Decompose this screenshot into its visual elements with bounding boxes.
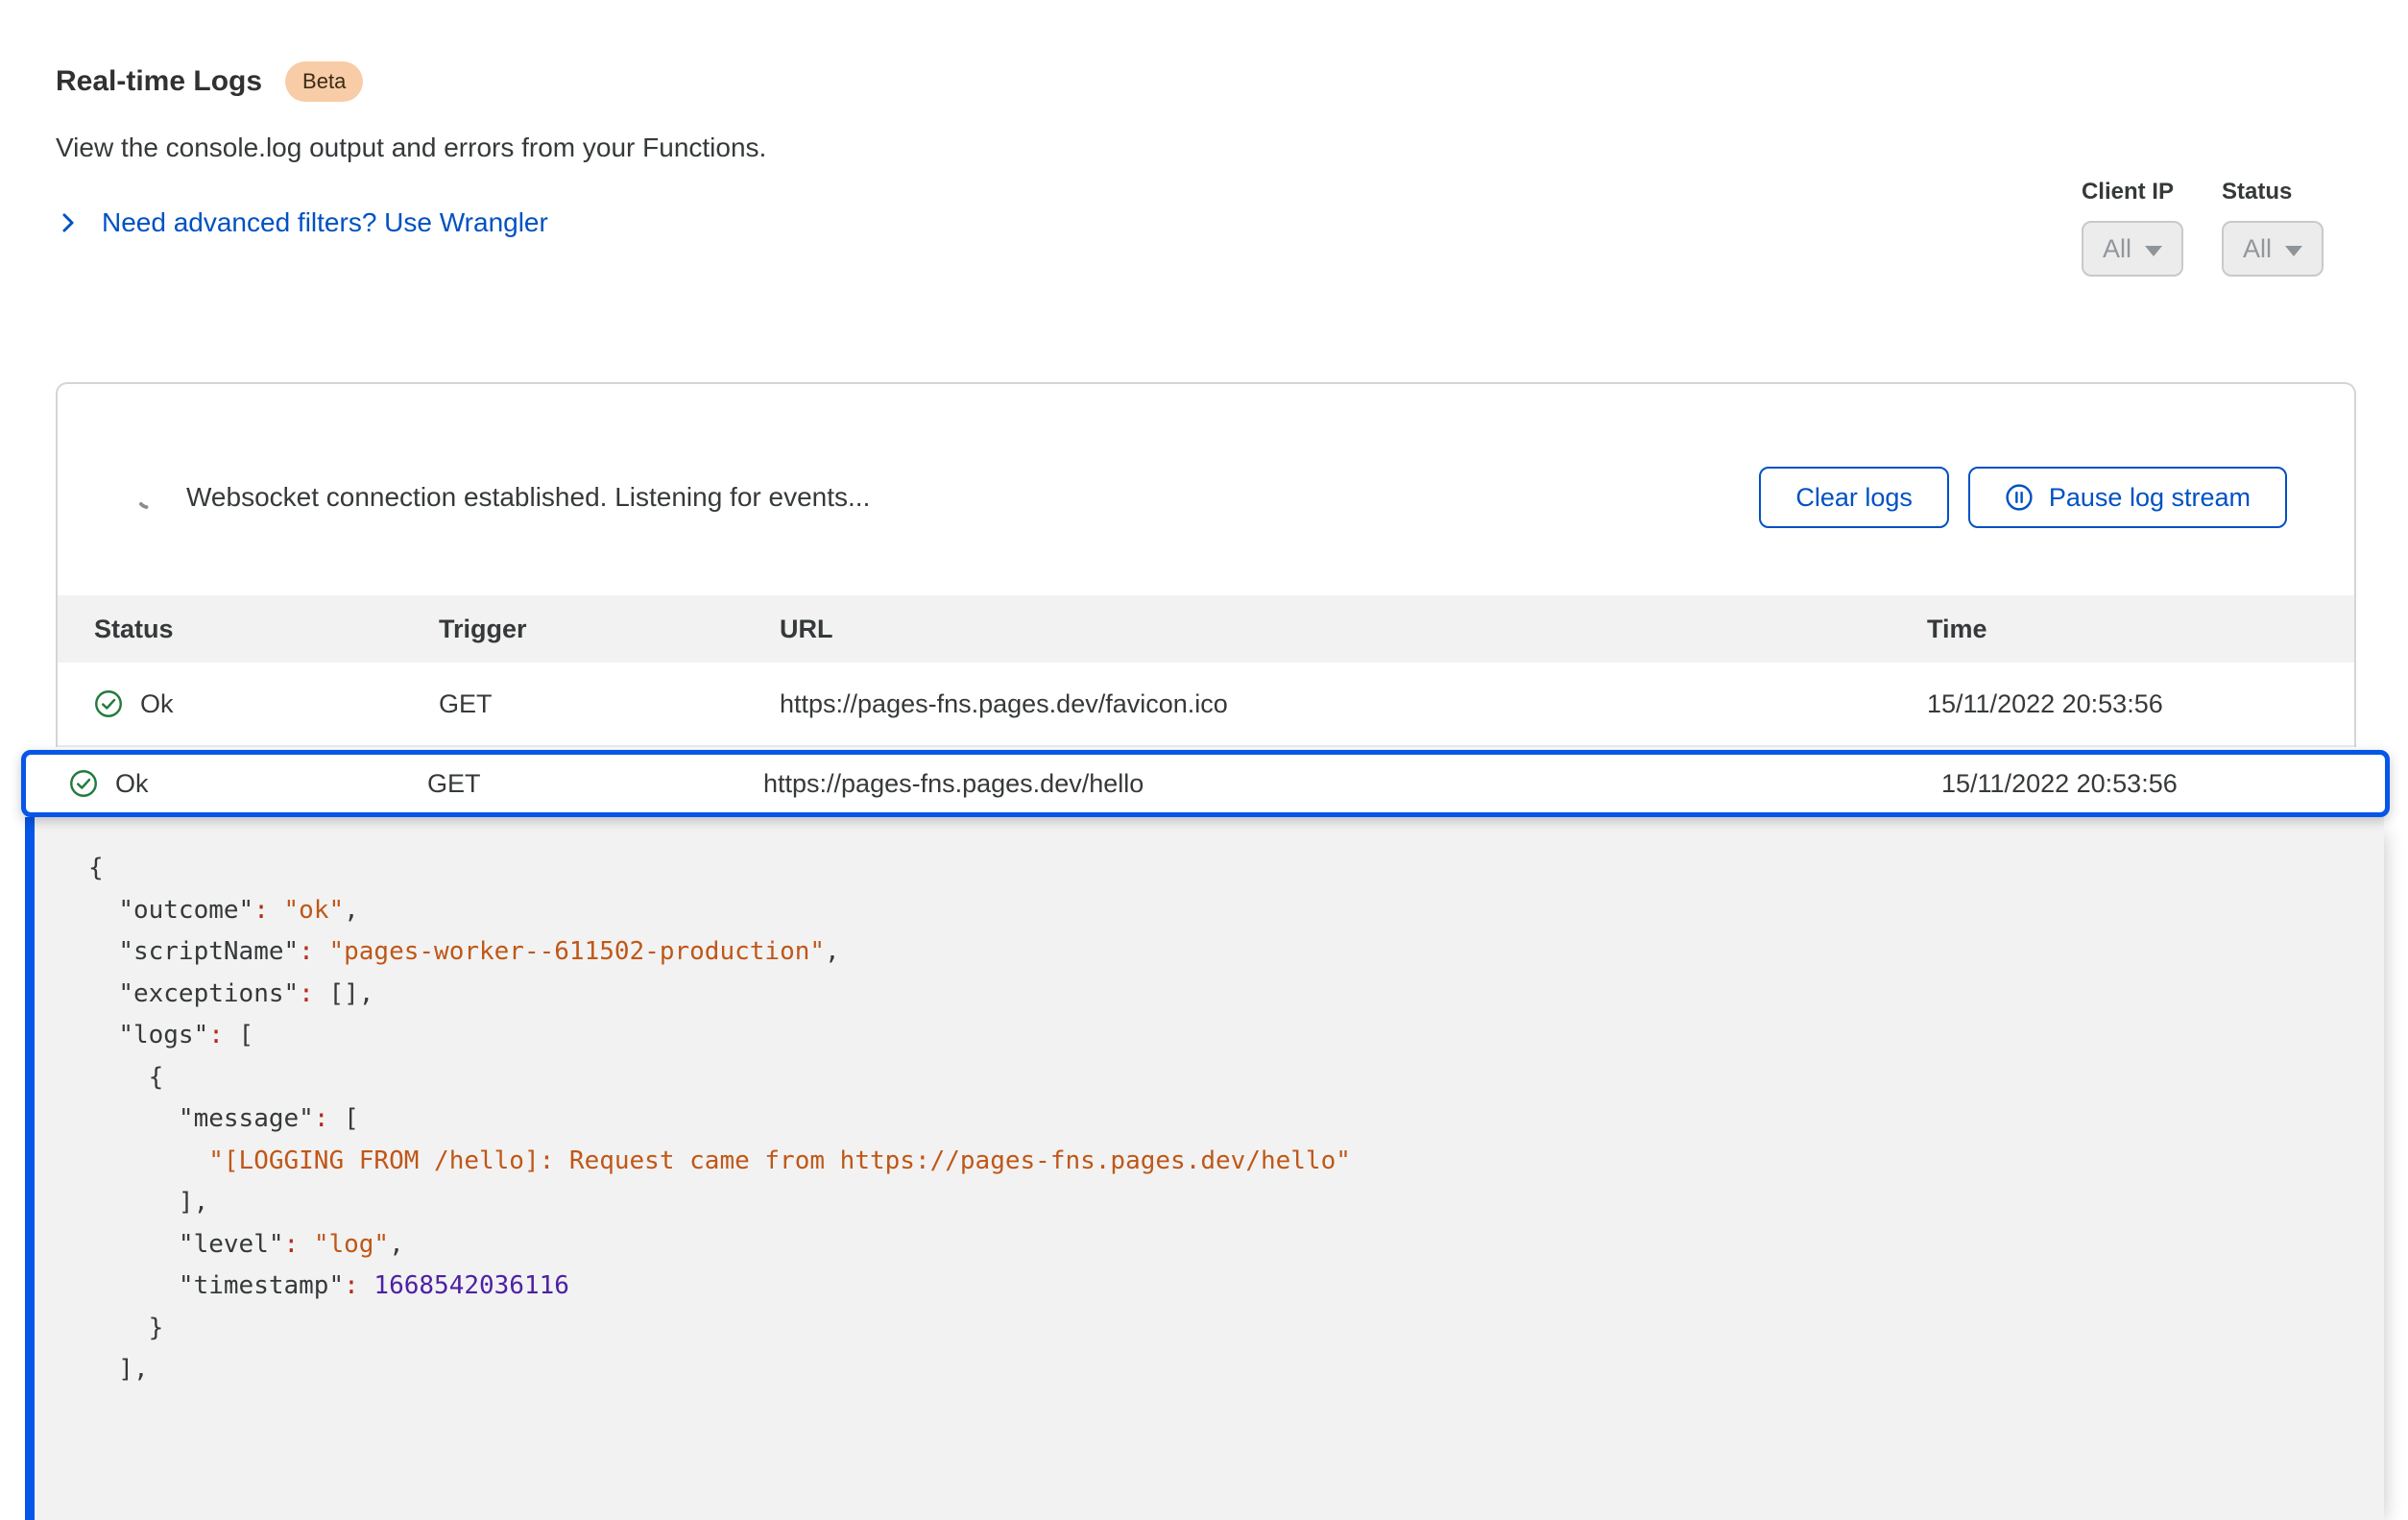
column-header-url: URL (780, 615, 1927, 644)
column-header-trigger: Trigger (439, 615, 780, 644)
client-ip-filter-label: Client IP (2082, 179, 2183, 205)
clear-logs-label: Clear logs (1795, 483, 1913, 513)
realtime-logs-page: Real-time Logs Beta View the console.log… (0, 0, 2408, 1377)
log-json-line: "logs": [ (88, 1015, 2346, 1057)
log-json-line: "level": "log", (88, 1224, 2346, 1267)
expanded-log-row[interactable]: Ok GET https://pages-fns.pages.dev/hello… (21, 750, 2390, 817)
filters: Client IP All Status All (2082, 179, 2324, 277)
clear-logs-button[interactable]: Clear logs (1759, 467, 1949, 528)
websocket-status: Websocket connection established. Listen… (134, 482, 870, 513)
client-ip-filter-dropdown[interactable]: All (2082, 221, 2183, 277)
client-ip-filter-value: All (2103, 234, 2131, 264)
trigger-cell: GET (439, 689, 780, 719)
log-json-line: "[LOGGING FROM /hello]: Request came fro… (88, 1141, 2346, 1183)
status-filter-label: Status (2222, 179, 2324, 205)
table-row[interactable]: Ok GET https://pages-fns.pages.dev/favic… (58, 663, 2354, 747)
time-cell: 15/11/2022 20:53:56 (1941, 769, 2385, 799)
check-circle-icon (94, 689, 123, 718)
url-cell: https://pages-fns.pages.dev/favicon.ico (780, 689, 1927, 719)
chevron-right-icon (56, 210, 81, 235)
column-header-status: Status (94, 615, 439, 644)
log-json-line: } (88, 1308, 2346, 1350)
log-json-line: "outcome": "ok", (88, 890, 2346, 932)
expanded-log-entry: Ok GET https://pages-fns.pages.dev/hello… (21, 750, 2390, 1520)
dropdown-caret-icon (2285, 246, 2302, 256)
page-subtitle: View the console.log output and errors f… (56, 133, 2352, 163)
status-cell: Ok (69, 769, 427, 799)
dropdown-caret-icon (2145, 246, 2162, 256)
filter-client-ip: Client IP All (2082, 179, 2183, 277)
log-json-detail: { "outcome": "ok", "scriptName": "pages-… (25, 817, 2384, 1520)
status-filter-value: All (2243, 234, 2272, 264)
toolbar-buttons: Clear logs Pause log stream (1759, 467, 2287, 528)
page-title: Real-time Logs (56, 65, 262, 98)
table-header: Status Trigger URL Time (58, 595, 2354, 663)
pause-log-stream-label: Pause log stream (2049, 483, 2251, 513)
column-header-time: Time (1927, 615, 2325, 644)
log-json-line: "timestamp": 1668542036116 (88, 1266, 2346, 1308)
trigger-cell: GET (427, 769, 763, 799)
url-cell: https://pages-fns.pages.dev/hello (763, 769, 1941, 799)
title-row: Real-time Logs Beta (56, 61, 2352, 102)
filter-status: Status All (2222, 179, 2324, 277)
log-json-line: { (88, 848, 2346, 890)
check-circle-icon (69, 769, 98, 798)
log-json-line: { (88, 1057, 2346, 1099)
log-json-line: "scriptName": "pages-worker--611502-prod… (88, 931, 2346, 974)
wrangler-link[interactable]: Need advanced filters? Use Wrangler (102, 207, 548, 238)
logs-panel: Websocket connection established. Listen… (56, 382, 2356, 747)
wrangler-link-row[interactable]: Need advanced filters? Use Wrangler (56, 207, 2352, 238)
log-json-line: "exceptions": [], (88, 974, 2346, 1016)
page-header: Real-time Logs Beta View the console.log… (0, 0, 2408, 238)
logs-toolbar: Websocket connection established. Listen… (58, 384, 2354, 595)
websocket-status-text: Websocket connection established. Listen… (186, 482, 870, 513)
pause-log-stream-button[interactable]: Pause log stream (1968, 467, 2287, 528)
spinner-icon (134, 483, 163, 512)
status-filter-dropdown[interactable]: All (2222, 221, 2324, 277)
log-json-line: ], (88, 1182, 2346, 1224)
pause-icon (2005, 483, 2034, 512)
time-cell: 15/11/2022 20:53:56 (1927, 689, 2325, 719)
log-json-line: "message": [ (88, 1098, 2346, 1141)
status-text: Ok (140, 689, 174, 719)
status-text: Ok (115, 769, 149, 799)
log-json-line: ], (88, 1349, 2346, 1391)
beta-badge: Beta (285, 61, 363, 102)
status-cell: Ok (94, 689, 439, 719)
